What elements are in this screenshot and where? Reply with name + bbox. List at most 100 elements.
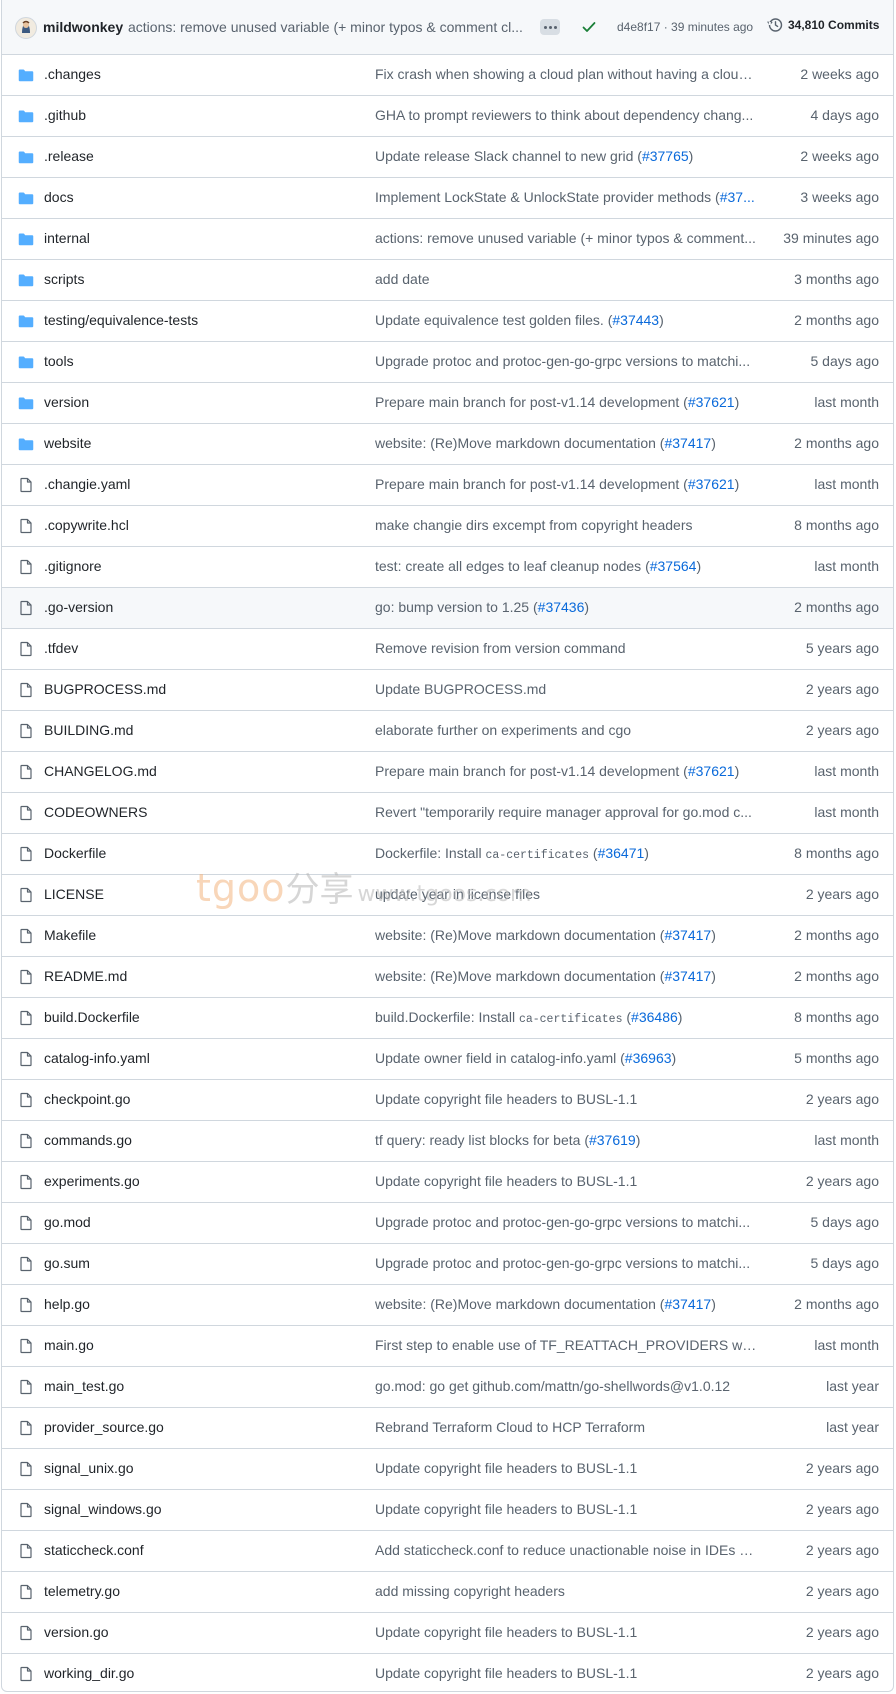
last-commit-message[interactable]: make changie dirs excempt from copyright… <box>375 517 757 533</box>
file-row[interactable]: .github GHA to prompt reviewers to think … <box>2 96 893 137</box>
pull-request-link[interactable]: #37436 <box>538 599 585 615</box>
last-commit-message[interactable]: Update equivalence test golden files. (#… <box>375 312 757 328</box>
last-commit-message[interactable]: build.Dockerfile: Install ca-certificate… <box>375 1009 757 1026</box>
last-commit-message[interactable]: Upgrade protoc and protoc-gen-go-grpc ve… <box>375 353 757 369</box>
file-name[interactable]: CHANGELOG.md <box>44 763 157 779</box>
file-name[interactable]: staticcheck.conf <box>44 1542 144 1558</box>
last-commit-message[interactable]: website: (Re)Move markdown documentation… <box>375 968 757 984</box>
file-name[interactable]: .changie.yaml <box>44 476 130 492</box>
file-name[interactable]: main_test.go <box>44 1378 124 1394</box>
last-commit-message[interactable]: actions: remove unused variable (+ minor… <box>375 230 757 246</box>
file-row[interactable]: BUILDING.md elaborate further on experime… <box>2 711 893 752</box>
file-row[interactable]: provider_source.go Rebrand Terraform Clou… <box>2 1408 893 1449</box>
pull-request-link[interactable]: #37765 <box>642 148 689 164</box>
file-name[interactable]: signal_unix.go <box>44 1460 134 1476</box>
file-name[interactable]: go.sum <box>44 1255 90 1271</box>
file-name[interactable]: .tfdev <box>44 640 78 656</box>
file-row[interactable]: .tfdev Remove revision from version comma… <box>2 629 893 670</box>
file-name[interactable]: .changes <box>44 66 101 82</box>
file-name[interactable]: .go-version <box>44 599 113 615</box>
file-row[interactable]: catalog-info.yaml Update owner field in c… <box>2 1039 893 1080</box>
file-row[interactable]: commands.go tf query: ready list blocks f… <box>2 1121 893 1162</box>
latest-commit-message[interactable]: actions: remove unused variable (+ minor… <box>128 19 526 35</box>
file-row[interactable]: telemetry.go add missing copyright header… <box>2 1572 893 1613</box>
last-commit-message[interactable]: elaborate further on experiments and cgo <box>375 722 757 738</box>
file-name[interactable]: .release <box>44 148 94 164</box>
file-row[interactable]: help.go website: (Re)Move markdown docume… <box>2 1285 893 1326</box>
file-row[interactable]: staticcheck.conf Add staticcheck.conf to … <box>2 1531 893 1572</box>
commit-author[interactable]: mildwonkey <box>43 19 123 35</box>
file-row[interactable]: testing/equivalence-tests Update equivale… <box>2 301 893 342</box>
last-commit-message[interactable]: website: (Re)Move markdown documentation… <box>375 1296 757 1312</box>
last-commit-message[interactable]: Update release Slack channel to new grid… <box>375 148 757 164</box>
file-row[interactable]: scripts add date 3 months ago <box>2 260 893 301</box>
file-name[interactable]: commands.go <box>44 1132 132 1148</box>
file-row[interactable]: version Prepare main branch for post-v1.1… <box>2 383 893 424</box>
check-icon[interactable] <box>581 19 597 35</box>
file-name[interactable]: README.md <box>44 968 127 984</box>
file-row[interactable]: tools Upgrade protoc and protoc-gen-go-gr… <box>2 342 893 383</box>
pull-request-link[interactable]: #37... <box>720 189 755 205</box>
file-row[interactable]: .gitignore test: create all edges to leaf… <box>2 547 893 588</box>
file-name[interactable]: version <box>44 394 89 410</box>
file-name[interactable]: scripts <box>44 271 84 287</box>
last-commit-message[interactable]: Add staticcheck.conf to reduce unactiona… <box>375 1542 757 1558</box>
file-row[interactable]: build.Dockerfile build.Dockerfile: Instal… <box>2 998 893 1039</box>
file-row[interactable]: .changes Fix crash when showing a cloud p… <box>2 55 893 96</box>
pull-request-link[interactable]: #37417 <box>664 968 711 984</box>
file-row[interactable]: Dockerfile Dockerfile: Install ca-certifi… <box>2 834 893 875</box>
file-row[interactable]: .copywrite.hcl make changie dirs excempt … <box>2 506 893 547</box>
last-commit-message[interactable]: go: bump version to 1.25 (#37436) <box>375 599 757 615</box>
pull-request-link[interactable]: #36486 <box>631 1009 678 1025</box>
pull-request-link[interactable]: #37417 <box>664 1296 711 1312</box>
pull-request-link[interactable]: #37564 <box>650 558 697 574</box>
file-name[interactable]: working_dir.go <box>44 1665 134 1681</box>
last-commit-message[interactable]: add date <box>375 271 757 287</box>
file-name[interactable]: .github <box>44 107 86 123</box>
last-commit-message[interactable]: go.mod: go get github.com/mattn/go-shell… <box>375 1378 757 1394</box>
file-name[interactable]: help.go <box>44 1296 90 1312</box>
file-row[interactable]: signal_windows.go Update copyright file h… <box>2 1490 893 1531</box>
file-name[interactable]: telemetry.go <box>44 1583 120 1599</box>
file-row[interactable]: main.go First step to enable use of TF_RE… <box>2 1326 893 1367</box>
file-name[interactable]: Makefile <box>44 927 96 943</box>
file-row[interactable]: .changie.yaml Prepare main branch for pos… <box>2 465 893 506</box>
last-commit-message[interactable]: Prepare main branch for post-v1.14 devel… <box>375 394 757 410</box>
last-commit-message[interactable]: Update owner field in catalog-info.yaml … <box>375 1050 757 1066</box>
file-row[interactable]: LICENSE update year in license files 2 yea… <box>2 875 893 916</box>
file-name[interactable]: testing/equivalence-tests <box>44 312 198 328</box>
file-row[interactable]: BUGPROCESS.md Update BUGPROCESS.md 2 years… <box>2 670 893 711</box>
last-commit-message[interactable]: Implement LockState & UnlockState provid… <box>375 189 757 205</box>
file-name[interactable]: .copywrite.hcl <box>44 517 129 533</box>
pull-request-link[interactable]: #37619 <box>589 1132 636 1148</box>
last-commit-message[interactable]: Revert "temporarily require manager appr… <box>375 804 757 820</box>
file-row[interactable]: CODEOWNERS Revert "temporarily require ma… <box>2 793 893 834</box>
file-row[interactable]: docs Implement LockState & UnlockState pr… <box>2 178 893 219</box>
pull-request-link[interactable]: #37417 <box>664 435 711 451</box>
commit-sha-time[interactable]: d4e8f17 · 39 minutes ago <box>617 20 753 34</box>
last-commit-message[interactable]: First step to enable use of TF_REATTACH_… <box>375 1337 757 1353</box>
file-row[interactable]: signal_unix.go Update copyright file head… <box>2 1449 893 1490</box>
last-commit-message[interactable]: website: (Re)Move markdown documentation… <box>375 435 757 451</box>
file-row[interactable]: .release Update release Slack channel to … <box>2 137 893 178</box>
pull-request-link[interactable]: #37417 <box>664 927 711 943</box>
file-row[interactable]: working_dir.go Update copyright file head… <box>2 1654 893 1691</box>
pull-request-link[interactable]: #37621 <box>688 476 735 492</box>
author-avatar[interactable] <box>15 17 37 39</box>
last-commit-message[interactable]: add missing copyright headers <box>375 1583 757 1599</box>
last-commit-message[interactable]: Fix crash when showing a cloud plan with… <box>375 66 757 82</box>
pull-request-link[interactable]: #37621 <box>688 763 735 779</box>
file-name[interactable]: provider_source.go <box>44 1419 164 1435</box>
file-name[interactable]: BUGPROCESS.md <box>44 681 166 697</box>
file-name[interactable]: website <box>44 435 91 451</box>
expand-commit-button[interactable] <box>540 19 560 35</box>
file-name[interactable]: LICENSE <box>44 886 104 902</box>
last-commit-message[interactable]: Update BUGPROCESS.md <box>375 681 757 697</box>
last-commit-message[interactable]: Dockerfile: Install ca-certificates (#36… <box>375 845 757 862</box>
file-name[interactable]: signal_windows.go <box>44 1501 162 1517</box>
file-name[interactable]: CODEOWNERS <box>44 804 147 820</box>
commits-history-link[interactable]: 34,810 Commits <box>767 17 879 33</box>
file-name[interactable]: internal <box>44 230 90 246</box>
last-commit-message[interactable]: Update copyright file headers to BUSL-1.… <box>375 1091 757 1107</box>
file-name[interactable]: main.go <box>44 1337 94 1353</box>
